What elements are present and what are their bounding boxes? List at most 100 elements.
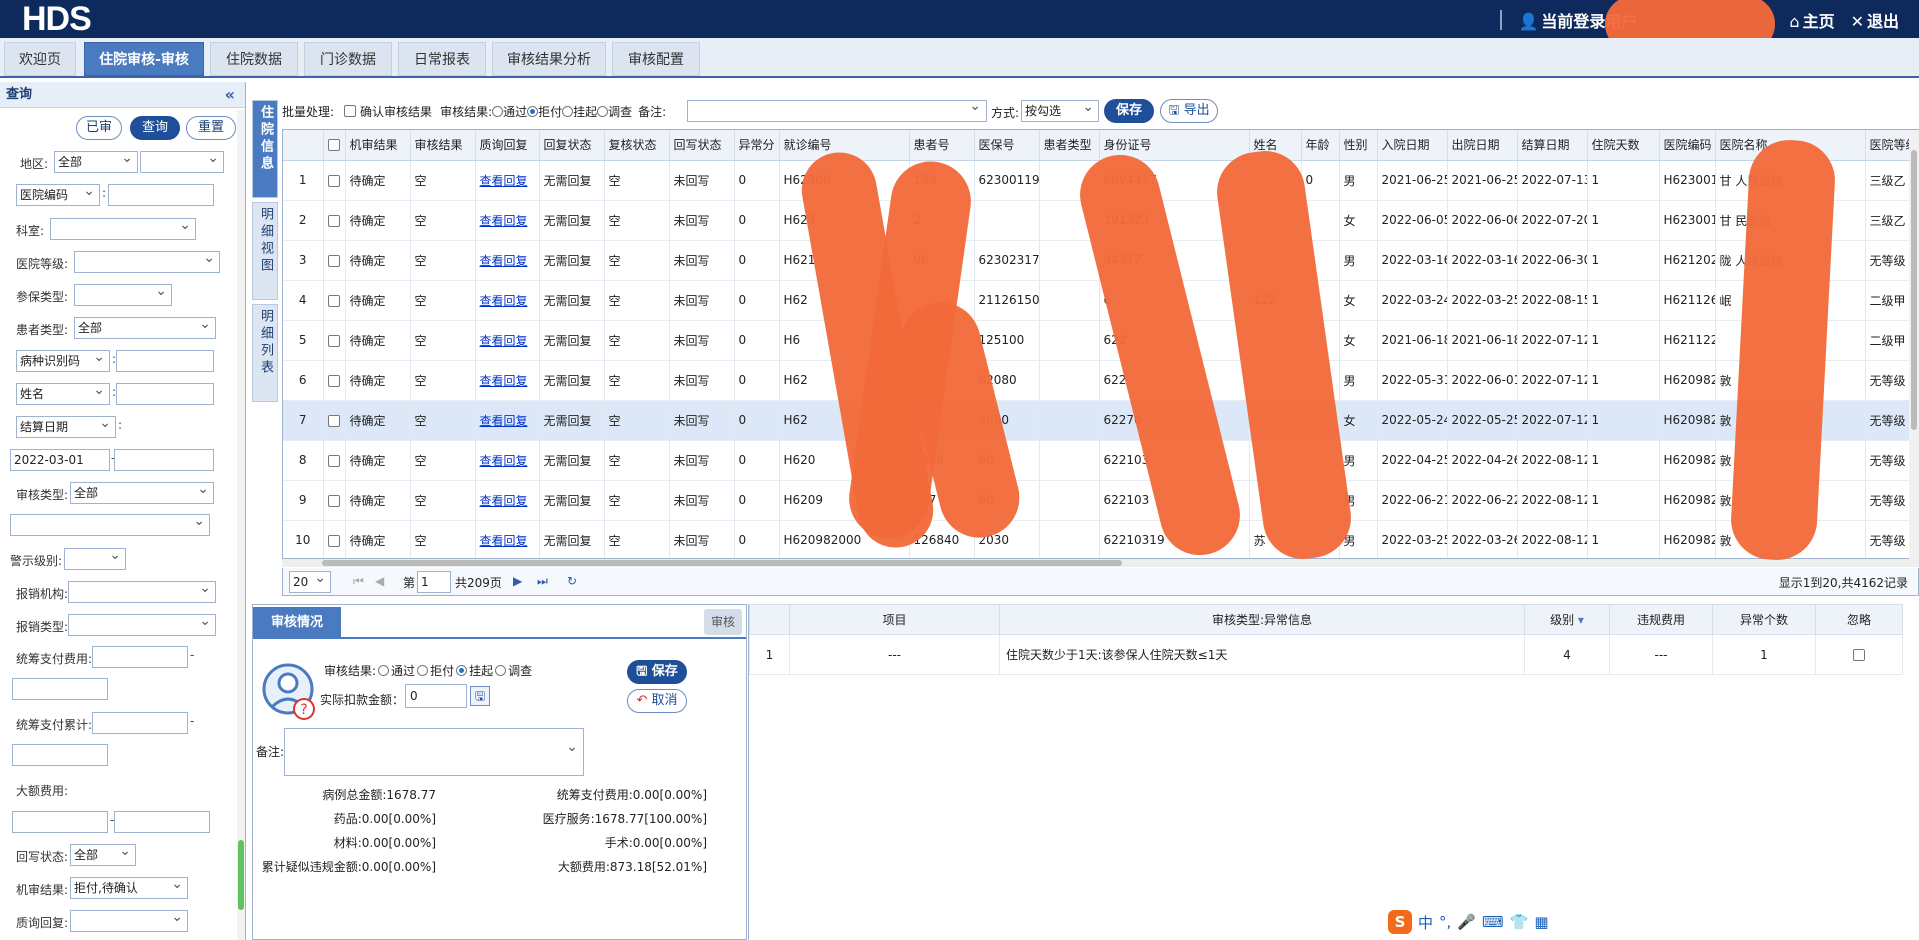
row-checkbox[interactable] <box>327 334 340 347</box>
region-select[interactable]: 全部 <box>54 151 138 173</box>
reset-button[interactable]: 重置 <box>186 116 236 140</box>
row-checkbox[interactable] <box>327 374 340 387</box>
insurance-type-select[interactable] <box>74 284 172 306</box>
view-reply-link[interactable]: 查看回复 <box>480 454 528 468</box>
result-column-header[interactable]: 级别 ▾ <box>1524 604 1610 635</box>
grid-column-header[interactable]: 年龄 <box>1301 130 1340 161</box>
tab-audit-config[interactable]: 审核配置 <box>612 42 700 76</box>
view-reply-link[interactable]: 查看回复 <box>480 414 528 428</box>
hospital-code-select[interactable]: 医院编码 <box>16 184 100 206</box>
result-column-header[interactable]: 忽略 <box>1815 604 1903 635</box>
grid-column-header[interactable]: 出院日期 <box>1447 130 1518 161</box>
microphone-icon[interactable]: 🎤 <box>1457 913 1476 931</box>
result-column-header[interactable]: 审核类型:异常信息 <box>999 604 1525 635</box>
table-row[interactable]: 10 待确定空查看回复 无需回复空未回写 0 H620982000 126840 2030 6… <box>283 520 1918 558</box>
table-row[interactable]: 5待确定空查看回复无需回复空未回写0H6125100622女2021-06-18… <box>283 320 1918 361</box>
audit-radio-hold[interactable] <box>456 665 468 676</box>
view-reply-cell[interactable]: 查看回复 <box>475 440 540 481</box>
row-checkbox-cell[interactable] <box>323 360 346 401</box>
row-checkbox[interactable] <box>327 294 340 307</box>
audit-type-select[interactable]: 全部 <box>70 482 214 504</box>
grid-column-header[interactable]: 审核结果 <box>410 130 476 161</box>
name-input[interactable] <box>116 383 214 405</box>
grid-column-header[interactable]: 性别 <box>1339 130 1378 161</box>
result-row[interactable]: 1 --- 住院天数少于1天:该参保人住院天数≤1天 4 --- 1 <box>749 634 1903 675</box>
select-all-checkbox-cell[interactable] <box>323 130 346 161</box>
date-from-input[interactable]: 2022-03-01 <box>10 449 110 471</box>
table-row[interactable]: 6待确定空查看回复无需回复空未回写0H622082080622男2022-05-… <box>283 360 1918 401</box>
page-size-select[interactable]: 20 <box>289 571 331 593</box>
grid-column-header[interactable]: 机审结果 <box>345 130 411 161</box>
machine-result-select[interactable]: 拒付,待确认 <box>70 877 188 899</box>
scroll-thumb[interactable] <box>1911 150 1917 430</box>
row-checkbox-cell[interactable] <box>323 200 346 241</box>
batch-note-select[interactable] <box>687 98 987 122</box>
ime-chinese-toggle[interactable]: 中 <box>1418 912 1433 933</box>
vtab-inpatient-info[interactable]: 住院信息 <box>252 100 278 198</box>
audit-side-tab[interactable]: 审核 <box>704 609 742 635</box>
result-column-header[interactable] <box>749 604 790 635</box>
row-checkbox-cell[interactable] <box>323 400 346 441</box>
view-reply-cell[interactable]: 查看回复 <box>475 240 540 281</box>
patient-type-select[interactable]: 全部 <box>74 317 216 339</box>
audit-radio-pass[interactable] <box>378 665 390 676</box>
ime-punctuation-icon[interactable]: °, <box>1439 913 1451 931</box>
view-reply-cell[interactable]: 查看回复 <box>475 520 540 558</box>
reimburse-type-select[interactable] <box>68 614 216 636</box>
row-checkbox[interactable] <box>327 214 340 227</box>
disease-code-select[interactable]: 病种识别码 <box>16 350 110 372</box>
row-checkbox-cell[interactable] <box>323 280 346 321</box>
view-reply-cell[interactable]: 查看回复 <box>475 320 540 361</box>
row-checkbox[interactable] <box>327 494 340 507</box>
fund-cumulative-to[interactable] <box>12 744 108 766</box>
grid-column-header[interactable]: 医院编码 <box>1659 130 1716 161</box>
batch-radio-hold[interactable] <box>562 105 574 117</box>
row-checkbox-cell[interactable] <box>323 240 346 281</box>
row-checkbox[interactable] <box>327 254 340 267</box>
row-checkbox-cell[interactable] <box>323 440 346 481</box>
batch-radio-reject[interactable] <box>527 105 539 117</box>
fund-cumulative-from[interactable] <box>92 712 188 734</box>
row-checkbox[interactable] <box>327 174 340 187</box>
hospital-level-select[interactable] <box>74 251 220 273</box>
first-page-icon[interactable]: ⏮ <box>353 574 364 589</box>
export-button[interactable]: 🖫 导出 <box>1160 99 1218 123</box>
grid-column-header[interactable]: 异常分 <box>734 130 780 161</box>
result-column-header[interactable]: 异常个数 <box>1712 604 1816 635</box>
page-input[interactable]: 1 <box>417 571 451 593</box>
disease-code-input[interactable] <box>116 350 214 372</box>
keyboard-icon[interactable]: ⌨ <box>1482 913 1504 931</box>
tab-outpatient-data[interactable]: 门诊数据 <box>304 42 392 76</box>
large-cost-to[interactable] <box>114 811 210 833</box>
large-cost-from[interactable] <box>12 811 108 833</box>
result-column-header[interactable]: 违规费用 <box>1609 604 1713 635</box>
scroll-thumb[interactable] <box>322 560 1122 566</box>
department-select[interactable] <box>50 218 196 240</box>
vtab-detail-view[interactable]: 明细视图 <box>252 202 278 300</box>
hospital-code-input[interactable] <box>108 184 214 206</box>
ignore-checkbox[interactable] <box>1853 649 1865 661</box>
batch-radio-investigate[interactable] <box>597 105 609 117</box>
refresh-icon[interactable]: ↻ <box>567 574 577 588</box>
audit-radio-investigate[interactable] <box>495 665 507 676</box>
settle-date-select[interactable]: 结算日期 <box>16 416 116 438</box>
vtab-detail-list[interactable]: 明细列表 <box>252 304 278 402</box>
row-checkbox[interactable] <box>327 534 340 547</box>
view-reply-link[interactable]: 查看回复 <box>480 334 528 348</box>
grid-column-header[interactable] <box>283 130 324 161</box>
tab-welcome[interactable]: 欢迎页 <box>4 42 76 76</box>
warning-level-select[interactable] <box>64 548 126 570</box>
filter-scrollbar[interactable] <box>237 110 245 940</box>
query-reply-select[interactable] <box>70 910 188 932</box>
ignore-cell[interactable] <box>1815 634 1903 675</box>
grid-menu-icon[interactable]: ▦ <box>1534 913 1548 931</box>
grid-vertical-scrollbar[interactable] <box>1909 130 1919 560</box>
row-checkbox[interactable] <box>327 414 340 427</box>
last-page-icon[interactable]: ⏭ <box>537 574 548 589</box>
logout-link[interactable]: ✕ 退出 <box>1851 8 1899 32</box>
grid-column-header[interactable]: 结算日期 <box>1517 130 1588 161</box>
grid-column-header[interactable]: 复核状态 <box>604 130 670 161</box>
query-button[interactable]: 查询 <box>130 116 180 140</box>
prev-page-icon[interactable]: ◀ <box>375 574 384 588</box>
date-to-input[interactable] <box>114 449 214 471</box>
